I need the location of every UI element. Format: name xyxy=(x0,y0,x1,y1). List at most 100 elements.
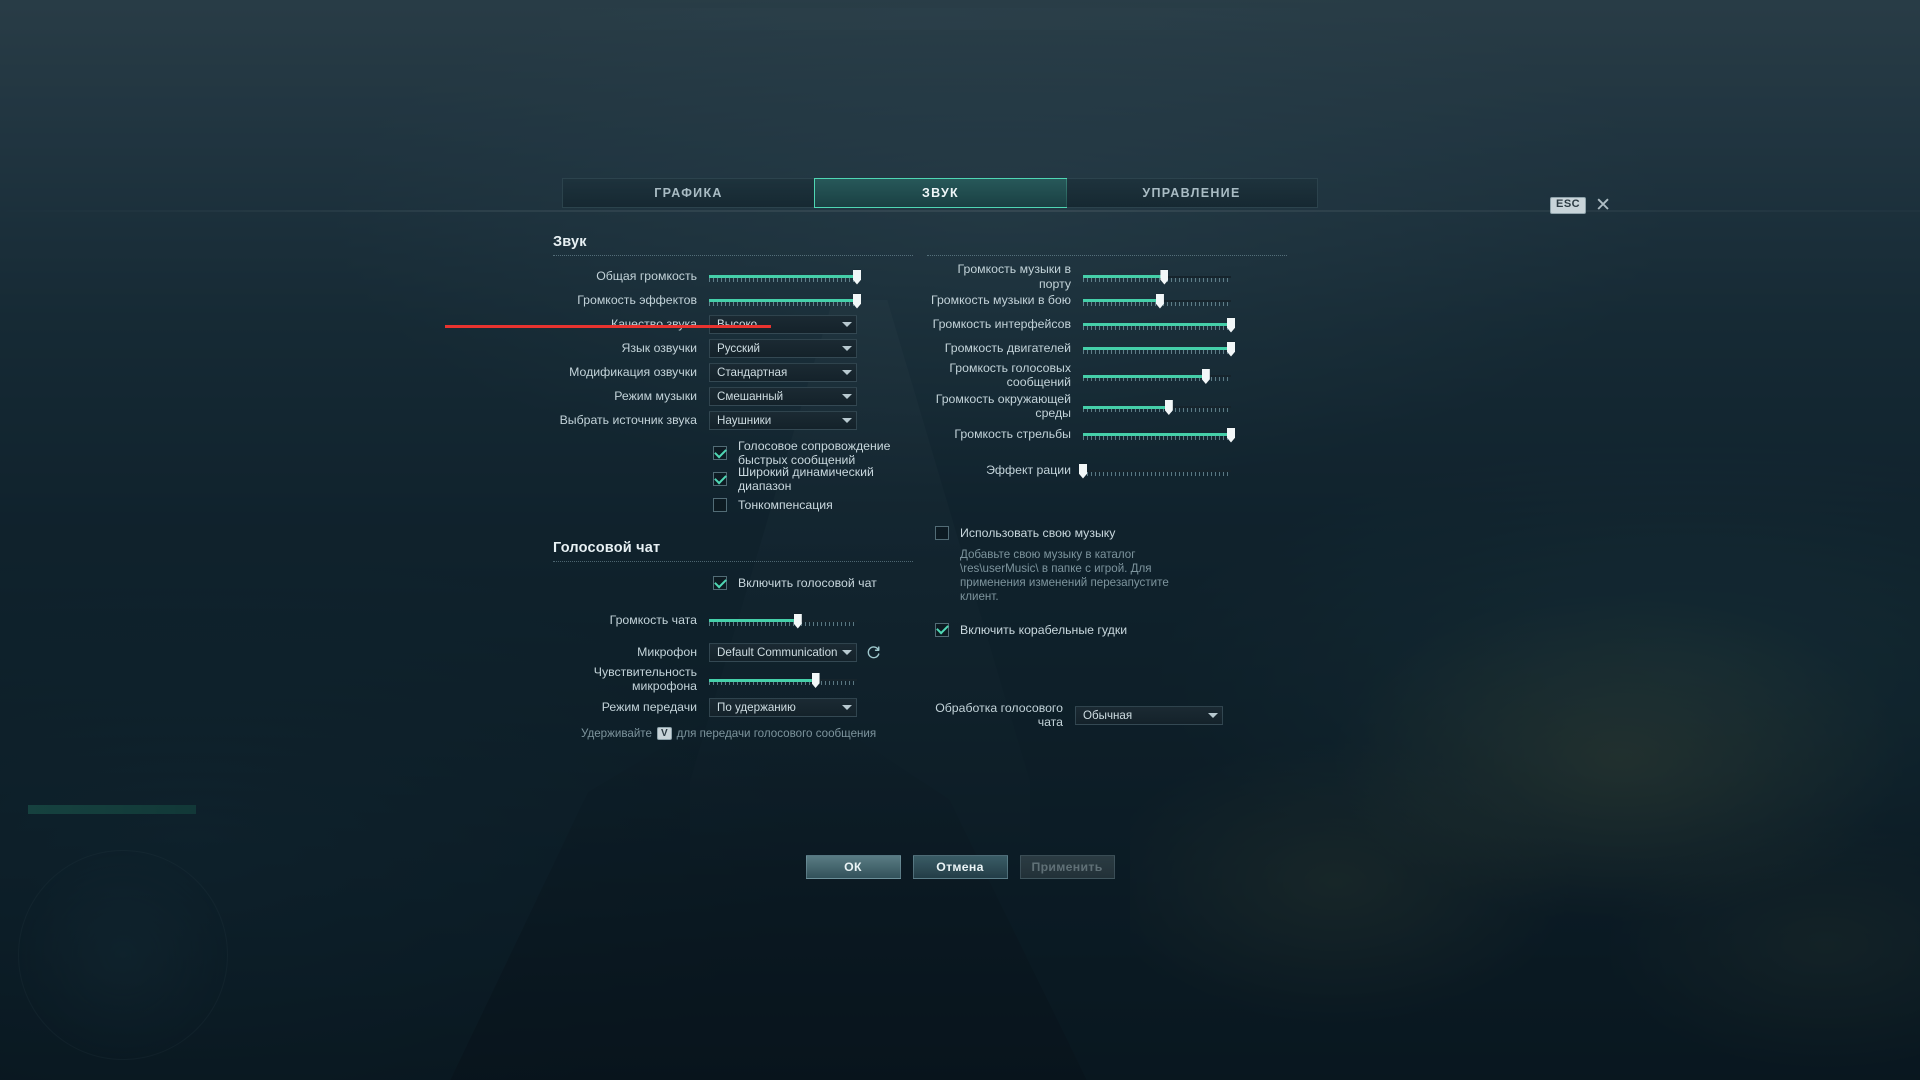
slider-ambient-volume[interactable] xyxy=(1083,400,1231,415)
ok-button-label: ОК xyxy=(844,860,862,874)
dropdown-voice-language[interactable]: Русский xyxy=(709,339,857,358)
refresh-icon[interactable] xyxy=(866,645,881,660)
dropdown-voice-modification-value: Стандартная xyxy=(717,366,788,379)
slider-battle-music-volume[interactable] xyxy=(1083,293,1231,309)
slider-knob[interactable] xyxy=(793,613,802,629)
slider-fill xyxy=(1083,405,1169,409)
settings-panel-body: Звук Общая громкость Громкость эффектов xyxy=(545,234,1335,834)
chevron-down-icon xyxy=(838,322,856,327)
checkbox-use-own-music-label: Использовать свою музыку xyxy=(960,526,1116,540)
label-gunfire-volume: Громкость стрельбы xyxy=(954,427,1071,442)
slider-engine-volume[interactable] xyxy=(1083,341,1235,357)
slider-knob[interactable] xyxy=(1160,269,1169,285)
close-icon[interactable]: ✕ xyxy=(1595,196,1611,215)
slider-knob[interactable] xyxy=(811,673,820,688)
tab-sound[interactable]: ЗВУК xyxy=(814,178,1067,208)
chevron-down-icon xyxy=(838,650,856,655)
slider-gunfire-volume[interactable] xyxy=(1083,427,1235,443)
row-port-music-volume: Громкость музыки в порту xyxy=(927,262,1287,291)
checkbox-box[interactable] xyxy=(935,526,949,540)
slider-port-music-volume[interactable] xyxy=(1083,269,1231,285)
tab-controls[interactable]: УПРАВЛЕНИЕ xyxy=(1066,179,1317,207)
tab-sound-label: ЗВУК xyxy=(922,186,959,200)
tab-controls-label: УПРАВЛЕНИЕ xyxy=(1142,186,1241,200)
ok-button[interactable]: ОК xyxy=(805,855,901,879)
label-radio-effect: Эффект рации xyxy=(986,463,1071,478)
push-to-talk-hint-suffix: для передачи голосового сообщения xyxy=(676,727,877,740)
checkbox-enable-voice-chat[interactable]: Включить голосовой чат xyxy=(713,570,913,596)
cancel-button-label: Отмена xyxy=(936,860,984,874)
checkbox-ship-horns-label: Включить корабельные гудки xyxy=(960,622,1128,637)
slider-knob[interactable] xyxy=(1227,427,1235,443)
checkbox-ship-horns[interactable]: Включить корабельные гудки xyxy=(935,617,1287,643)
dropdown-voice-processing[interactable]: Обычная xyxy=(1075,705,1223,725)
settings-dialog: ГРАФИКА ЗВУК УПРАВЛЕНИЕ Звук Общая громк… xyxy=(545,178,1335,878)
chevron-down-icon xyxy=(838,394,856,399)
slider-knob[interactable] xyxy=(1164,400,1173,415)
slider-fill xyxy=(1083,299,1160,302)
slider-knob[interactable] xyxy=(1227,317,1235,333)
left-settings-column: Звук Общая громкость Громкость эффектов xyxy=(553,234,913,740)
slider-fill xyxy=(1083,374,1206,378)
dropdown-voice-modification[interactable]: Стандартная xyxy=(709,363,857,382)
label-engine-volume: Громкость двигателей xyxy=(944,341,1071,356)
slider-knob[interactable] xyxy=(1201,369,1210,384)
dropdown-audio-source[interactable]: Наушники xyxy=(709,411,857,430)
row-microphone: Микрофон Default Communication Device xyxy=(553,641,913,664)
slider-effects-volume[interactable] xyxy=(709,293,861,309)
right-settings-column: . Громкость музыки в порту Громкость муз… xyxy=(927,234,1287,729)
slider-fill xyxy=(709,619,798,622)
apply-button-label: Применить xyxy=(1031,860,1103,874)
checkbox-wide-dynamic-range[interactable]: Широкий динамический диапазон xyxy=(713,465,913,493)
slider-ticks xyxy=(709,277,857,282)
dropdown-music-mode-value: Смешанный xyxy=(717,390,784,403)
chevron-down-icon xyxy=(838,418,856,423)
slider-interface-volume[interactable] xyxy=(1083,317,1235,333)
row-effects-volume: Громкость эффектов xyxy=(553,289,913,312)
cancel-button[interactable]: Отмена xyxy=(912,855,1008,879)
checkbox-box[interactable] xyxy=(713,446,727,460)
slider-mic-sensitivity[interactable] xyxy=(709,673,857,688)
dropdown-microphone[interactable]: Default Communication Device xyxy=(709,643,857,662)
slider-ticks xyxy=(709,621,857,626)
dropdown-music-mode[interactable]: Смешанный xyxy=(709,387,857,406)
push-to-talk-hint-prefix: Удерживайте xyxy=(581,727,652,740)
slider-ticks xyxy=(1083,349,1231,354)
dropdown-transmit-mode-value: По удержанию xyxy=(717,701,796,714)
slider-voice-messages-volume[interactable] xyxy=(1083,369,1231,384)
esc-key-label: ESC xyxy=(1550,197,1587,214)
red-annotation-line xyxy=(445,325,771,328)
checkbox-quick-messages-voice[interactable]: Голосовое сопровождение быстрых сообщени… xyxy=(713,439,913,467)
tab-graphics[interactable]: ГРАФИКА xyxy=(563,179,815,207)
esc-close-button[interactable]: ESC ✕ xyxy=(1550,196,1611,215)
dropdown-audio-source-value: Наушники xyxy=(717,414,772,427)
row-transmit-mode: Режим передачи По удержанию xyxy=(553,696,913,719)
slider-knob[interactable] xyxy=(853,269,861,285)
slider-knob[interactable] xyxy=(1155,293,1164,309)
row-chat-volume: Громкость чата xyxy=(553,609,913,632)
sound-section-title: Звук xyxy=(553,234,587,250)
row-interface-volume: Громкость интерфейсов xyxy=(927,313,1287,336)
row-voice-language: Язык озвучки Русский xyxy=(553,337,913,360)
checkbox-box[interactable] xyxy=(713,472,727,486)
row-voice-messages-volume: Громкость голосовых сообщений xyxy=(927,361,1287,391)
slider-radio-effect[interactable] xyxy=(1079,463,1231,479)
slider-chat-volume[interactable] xyxy=(709,613,857,629)
checkbox-use-own-music[interactable]: Использовать свою музыку xyxy=(935,520,1287,546)
slider-fill xyxy=(709,678,816,682)
push-to-talk-keycap: V xyxy=(656,727,672,740)
label-voice-modification: Модификация озвучки xyxy=(569,365,697,380)
chevron-down-icon xyxy=(838,346,856,351)
dialog-footer-buttons: ОК Отмена Применить xyxy=(0,855,1920,879)
checkbox-box[interactable] xyxy=(713,576,727,590)
checkbox-box[interactable] xyxy=(713,498,727,512)
checkbox-loudness-compensation[interactable]: Тонкомпенсация xyxy=(713,492,913,518)
slider-knob[interactable] xyxy=(853,293,861,309)
dropdown-transmit-mode[interactable]: По удержанию xyxy=(709,698,857,717)
slider-knob[interactable] xyxy=(1227,341,1235,357)
slider-master-volume[interactable] xyxy=(709,269,861,285)
row-mic-sensitivity: Чувствительность микрофона xyxy=(553,665,913,695)
checkbox-box[interactable] xyxy=(935,622,949,637)
row-voice-processing: Обработка голосового чата Обычная xyxy=(927,701,1287,729)
dropdown-voice-processing-value: Обычная xyxy=(1083,708,1133,722)
